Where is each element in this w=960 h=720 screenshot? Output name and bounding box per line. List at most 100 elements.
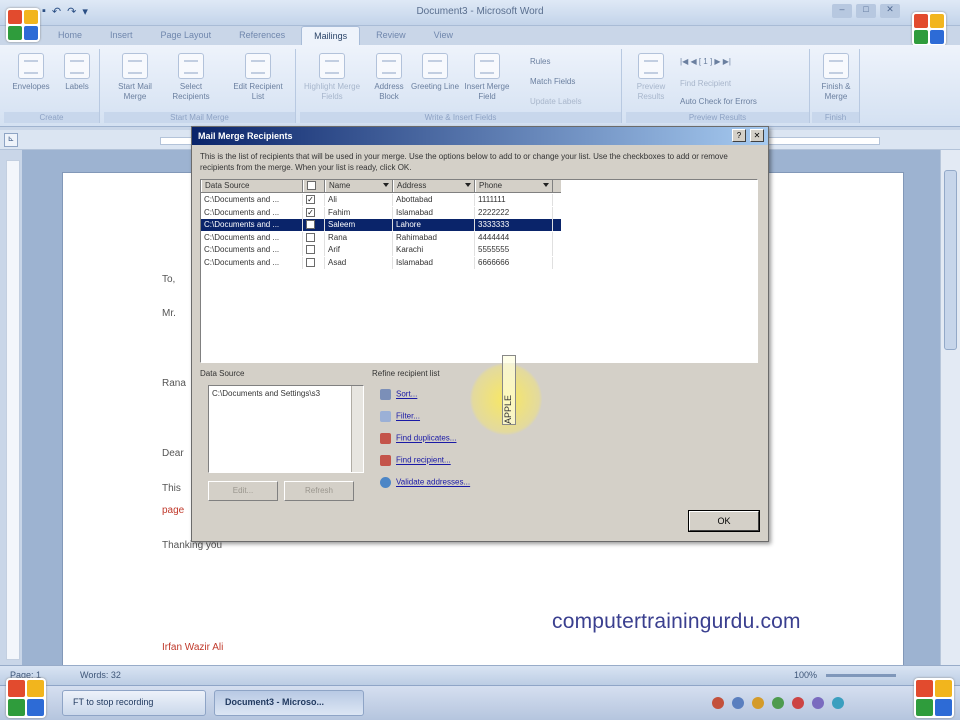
column-header-address[interactable]: Address [393,180,475,192]
close-icon[interactable]: ✕ [750,129,764,142]
tab-review[interactable]: Review [364,26,418,46]
minimize-icon[interactable]: – [832,4,852,18]
include-checkbox[interactable] [306,257,315,267]
table-row[interactable]: C:\Documents and ... Rana Rahimabad 4444444 [201,231,561,244]
envelopes-button[interactable]: Envelopes [6,53,56,92]
greeting-line-button[interactable]: Greeting Line [410,53,460,92]
cell-phone: 1111111 [475,194,553,206]
table-row[interactable]: C:\Documents and ... ✓ Ali Abottabad 1111111 [201,194,561,206]
column-header-name[interactable]: Name [325,180,393,192]
dialog-title-bar[interactable]: Mail Merge Recipients [192,127,768,145]
column-dropdown-icon[interactable] [543,183,549,187]
rules-button[interactable]: Rules [530,57,550,66]
column-header-select-all[interactable] [303,180,325,192]
cell-include [303,244,325,256]
column-dropdown-icon[interactable] [383,183,389,187]
labels-button[interactable]: Labels [52,53,102,92]
cell-data-source: C:\Documents and ... [201,219,303,231]
cell-data-source: C:\Documents and ... [201,244,303,256]
address-block-icon [376,53,402,79]
sort-link[interactable]: Sort... [380,389,417,400]
tray-icon[interactable] [772,697,784,709]
start-mail-merge-button[interactable]: Start Mail Merge [110,53,160,102]
vertical-scrollbar[interactable] [940,150,960,665]
data-source-scrollbar[interactable] [351,386,363,472]
column-header-data-source[interactable]: Data Source [201,180,303,192]
doc-line-dear: Dear [162,448,184,459]
finish-merge-button[interactable]: Finish & Merge [812,53,860,102]
tray-icon[interactable] [732,697,744,709]
tray-icon[interactable] [752,697,764,709]
column-dropdown-icon[interactable] [465,183,471,187]
ruler-toggle-icon[interactable]: ⊾ [4,133,18,147]
taskbar-word-button[interactable]: Document3 - Microso... [214,690,364,716]
find-duplicates-link[interactable]: Find duplicates... [380,433,456,444]
recipient-grid[interactable]: Data Source Name Address Phone C:\Docume… [200,179,758,363]
find-recipient-link[interactable]: Find recipient... [380,455,451,466]
data-source-list[interactable]: C:\Documents and Settings\s3 [208,385,364,473]
group-label: Create [4,112,99,123]
status-zoom[interactable]: 100% [794,670,817,680]
refresh-button[interactable]: Refresh [284,481,354,501]
window-title: Document3 - Microsoft Word [416,6,544,17]
cell-address: Lahore [393,219,475,231]
match-fields-button[interactable]: Match Fields [530,77,575,86]
title-bar: ▪ ↶ ↷ ▾ Document3 - Microsoft Word – □ ✕ [0,0,960,46]
start-button[interactable] [6,678,46,718]
data-source-item[interactable]: C:\Documents and Settings\s3 [212,389,360,398]
include-checkbox[interactable] [306,232,315,242]
tab-view[interactable]: View [422,26,465,46]
validate-addresses-link[interactable]: Validate addresses... [380,477,470,488]
tab-page-layout[interactable]: Page Layout [149,26,224,46]
highlight-merge-fields-button[interactable]: Highlight Merge Fields [302,53,362,102]
include-checkbox[interactable] [306,245,315,254]
filter-link[interactable]: Filter... [380,411,420,422]
select-all-checkbox[interactable] [307,181,316,190]
finish-merge-icon [823,53,849,79]
tab-mailings[interactable]: Mailings [301,26,361,46]
preview-results-button[interactable]: Preview Results [626,53,676,102]
table-row[interactable]: C:\Documents and ... Arif Karachi 5555555 [201,244,561,256]
record-navigation[interactable]: |◀ ◀ [ 1 ] ▶ ▶| [680,57,731,66]
maximize-icon[interactable]: □ [856,4,876,18]
select-recipients-button[interactable]: Select Recipients [166,53,216,102]
scrollbar-thumb[interactable] [944,170,957,350]
tab-insert[interactable]: Insert [98,26,145,46]
taskbar-recording-button[interactable]: FT to stop recording [62,690,206,716]
include-checkbox[interactable] [306,220,315,229]
refine-recipient-list-label: Refine recipient list [372,369,440,378]
dialog-intro-text: This is the list of recipients that will… [200,152,728,172]
tray-icon[interactable] [712,697,724,709]
table-row[interactable]: C:\Documents and ... Saleem Lahore 3333333 [201,219,561,231]
status-bar: Page: 1 Words: 32 100% [0,665,960,685]
edit-recipient-list-button[interactable]: Edit Recipient List [228,53,288,102]
tray-icon[interactable] [792,697,804,709]
tray-icon[interactable] [832,697,844,709]
close-icon[interactable]: ✕ [880,4,900,18]
insert-merge-field-button[interactable]: Insert Merge Field [458,53,516,102]
window-controls: – □ ✕ [832,4,900,18]
update-labels-button[interactable]: Update Labels [530,97,582,106]
table-row[interactable]: C:\Documents and ... Asad Islamabad 6666666 [201,256,561,269]
ok-button[interactable]: OK [688,510,760,532]
group-start-mail-merge: Start Mail Merge Select Recipients Edit … [104,49,296,123]
zoom-slider[interactable] [826,674,896,677]
cell-include [303,231,325,244]
edit-button[interactable]: Edit... [208,481,278,501]
include-checkbox[interactable]: ✓ [306,195,315,204]
tab-home[interactable]: Home [46,26,94,46]
find-recipient-button[interactable]: Find Recipient [680,79,731,88]
taskbar: FT to stop recording Document3 - Microso… [0,678,960,720]
tray-icon[interactable] [812,697,824,709]
table-row[interactable]: C:\Documents and ... ✓ Fahim Islamabad 22222… [201,206,561,219]
tab-references[interactable]: References [227,26,297,46]
group-create: Envelopes Labels Create [4,49,100,123]
ribbon-tabs: Home Insert Page Layout References Maili… [46,26,465,46]
cell-name: Rana [325,231,393,244]
include-checkbox[interactable]: ✓ [306,207,315,217]
address-block-button[interactable]: Address Block [364,53,414,102]
help-icon[interactable]: ? [732,129,746,142]
column-header-phone[interactable]: Phone [475,180,553,192]
auto-check-errors-button[interactable]: Auto Check for Errors [680,97,757,106]
status-words[interactable]: Words: 32 [80,670,121,680]
